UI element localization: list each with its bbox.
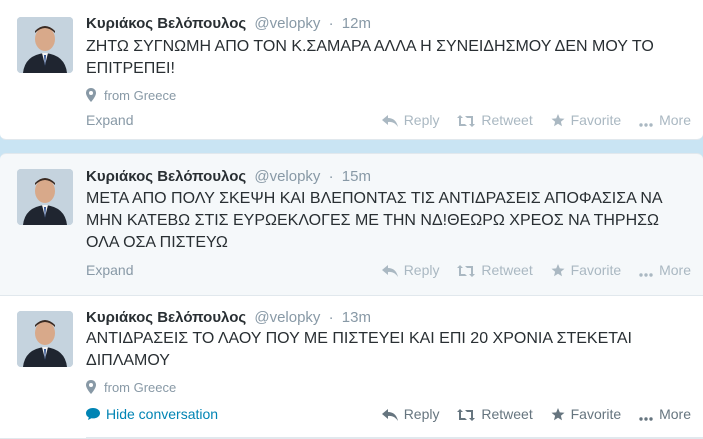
tweet-actions: Reply Retweet Favorite More <box>368 406 691 422</box>
avatar-image <box>17 311 73 367</box>
tweet-1[interactable]: Κυριάκος Βελόπουλος @velopky · 12m ΖΗΤΩ … <box>0 0 703 140</box>
hide-conversation-label: Hide conversation <box>106 406 219 422</box>
star-icon <box>551 408 565 421</box>
tweet-location[interactable]: from Greece <box>86 88 176 103</box>
avatar-image <box>17 169 73 225</box>
favorite-button[interactable]: Favorite <box>551 406 622 422</box>
star-icon <box>551 114 565 127</box>
avatar-image <box>17 17 73 73</box>
retweet-button[interactable]: Retweet <box>457 262 533 278</box>
retweet-icon <box>457 115 476 127</box>
author-fullname[interactable]: Κυριάκος Βελόπουλος <box>86 309 246 326</box>
tweet-header: Κυριάκος Βελόπουλος @velopky · 15m <box>86 168 371 185</box>
tweet-2[interactable]: Κυριάκος Βελόπουλος @velopky · 15m ΜΕΤΑ … <box>0 153 703 296</box>
tweet-text: ΖΗΤΩ ΣΥΓΝΩΜΗ ΑΠΟ ΤΟΝ Κ.ΣΑΜΑΡΑ ΑΛΛΑ Η ΣΥΝ… <box>86 38 654 77</box>
tweet-3[interactable]: Κυριάκος Βελόπουλος @velopky · 13m ΑΝΤΙΔ… <box>0 296 703 439</box>
retweet-button[interactable]: Retweet <box>457 406 533 422</box>
favorite-label: Favorite <box>570 406 622 422</box>
map-pin-icon <box>86 88 96 102</box>
reply-button[interactable]: Reply <box>381 112 440 128</box>
separator: · <box>328 168 334 185</box>
more-button[interactable]: More <box>639 112 691 128</box>
favorite-button[interactable]: Favorite <box>551 112 622 128</box>
reply-icon <box>381 409 398 421</box>
timestamp[interactable]: 15m <box>342 168 371 185</box>
tweet-actions: Reply Retweet Favorite More <box>368 112 691 128</box>
timestamp[interactable]: 12m <box>342 15 371 32</box>
tweet-actions: Reply Retweet Favorite More <box>368 262 691 278</box>
retweet-button[interactable]: Retweet <box>457 112 533 128</box>
location-label: from Greece <box>104 380 177 395</box>
avatar[interactable] <box>17 311 73 367</box>
retweet-icon <box>457 265 476 277</box>
reply-label: Reply <box>403 406 440 422</box>
retweet-label: Retweet <box>481 112 533 128</box>
expand-link[interactable]: Expand <box>86 262 133 278</box>
more-label: More <box>659 406 691 422</box>
tweet-location[interactable]: from Greece <box>86 380 176 395</box>
author-fullname[interactable]: Κυριάκος Βελόπουλος <box>86 15 246 32</box>
avatar[interactable] <box>17 169 73 225</box>
conversation-bubble-icon <box>86 408 100 420</box>
reply-icon <box>381 265 398 277</box>
more-label: More <box>659 262 691 278</box>
author-fullname[interactable]: Κυριάκος Βελόπουλος <box>86 168 246 185</box>
separator: · <box>328 15 334 32</box>
hide-conversation-link[interactable]: Hide conversation <box>86 406 218 422</box>
more-label: More <box>659 112 691 128</box>
map-pin-icon <box>86 380 96 394</box>
divider <box>86 437 703 438</box>
more-button[interactable]: More <box>639 406 691 422</box>
favorite-label: Favorite <box>570 262 622 278</box>
separator: · <box>328 309 334 326</box>
tweet-text: ΑΝΤΙΔΡΑΣΕΙΣ ΤΟ ΛΑΟΥ ΠΟΥ ΜΕ ΠΙΣΤΕΥΕΙ ΚΑΙ … <box>86 330 632 369</box>
timestamp[interactable]: 13m <box>342 309 371 326</box>
retweet-icon <box>457 409 476 421</box>
expand-link[interactable]: Expand <box>86 112 133 128</box>
reply-icon <box>381 115 398 127</box>
retweet-label: Retweet <box>481 262 533 278</box>
author-username[interactable]: @velopky <box>254 15 320 32</box>
reply-label: Reply <box>403 112 440 128</box>
more-button[interactable]: More <box>639 262 691 278</box>
reply-label: Reply <box>403 262 440 278</box>
tweet-text: ΜΕΤΑ ΑΠΟ ΠΟΛΥ ΣΚΕΨΗ ΚΑΙ ΒΛΕΠΟΝΤΑΣ ΤΙΣ ΑΝ… <box>86 190 662 251</box>
more-dots-icon <box>639 273 653 277</box>
avatar[interactable] <box>17 17 73 73</box>
location-label: from Greece <box>104 88 177 103</box>
reply-button[interactable]: Reply <box>381 262 440 278</box>
reply-button[interactable]: Reply <box>381 406 440 422</box>
favorite-button[interactable]: Favorite <box>551 262 622 278</box>
retweet-label: Retweet <box>481 406 533 422</box>
tweet-header: Κυριάκος Βελόπουλος @velopky · 12m <box>86 15 371 32</box>
star-icon <box>551 264 565 277</box>
more-dots-icon <box>639 417 653 421</box>
author-username[interactable]: @velopky <box>254 309 320 326</box>
author-username[interactable]: @velopky <box>254 168 320 185</box>
tweet-header: Κυριάκος Βελόπουλος @velopky · 13m <box>86 309 371 326</box>
favorite-label: Favorite <box>570 112 622 128</box>
more-dots-icon <box>639 123 653 127</box>
